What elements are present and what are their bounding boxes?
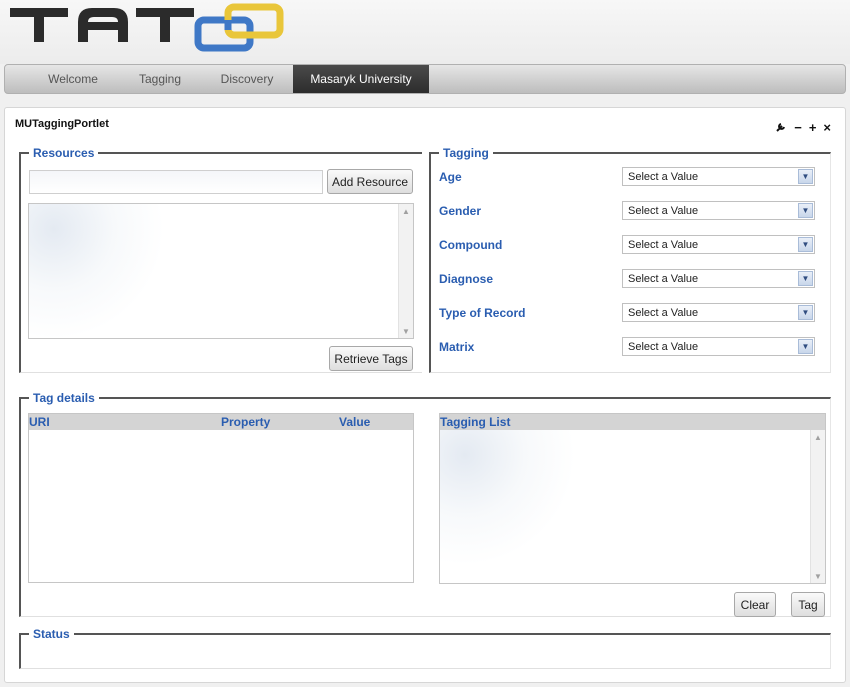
tagging-list-scrollbar[interactable]: ▲ ▼ bbox=[810, 430, 825, 583]
age-select-value: Select a Value bbox=[628, 170, 699, 183]
portlet-title: MUTaggingPortlet bbox=[15, 118, 109, 130]
type-of-record-select-value: Select a Value bbox=[628, 306, 699, 319]
tagging-legend: Tagging bbox=[439, 145, 493, 161]
main-nav: Welcome Tagging Discovery Masaryk Univer… bbox=[4, 64, 846, 94]
tatoo-logo bbox=[10, 3, 284, 52]
resources-fieldset: Resources Add Resource ▲ ▼ Retrieve Tags bbox=[19, 145, 422, 373]
status-fieldset: Status bbox=[19, 626, 831, 669]
tagging-list-title: Tagging List bbox=[440, 415, 511, 429]
scroll-down-icon[interactable]: ▼ bbox=[811, 569, 825, 583]
diagnose-label: Diagnose bbox=[439, 272, 494, 286]
tag-details-fieldset: Tag details URI Property Value Tagging L… bbox=[19, 390, 831, 617]
tagging-fieldset: Tagging Age Select a Value ▼ Gender Sele… bbox=[429, 145, 831, 373]
resources-legend: Resources bbox=[29, 145, 99, 161]
mu-tagging-portlet: MUTaggingPortlet − + × Resources Add Res… bbox=[4, 107, 846, 683]
tag-details-legend: Tag details bbox=[29, 390, 99, 406]
nav-tab-welcome[interactable]: Welcome bbox=[27, 65, 119, 93]
status-legend: Status bbox=[29, 626, 74, 642]
tagging-list: Tagging List ▲ ▼ bbox=[439, 413, 826, 584]
gender-label: Gender bbox=[439, 204, 482, 218]
age-select[interactable]: Select a Value ▼ bbox=[622, 167, 815, 186]
matrix-label: Matrix bbox=[439, 340, 475, 354]
type-of-record-select[interactable]: Select a Value ▼ bbox=[622, 303, 815, 322]
gender-select-value: Select a Value bbox=[628, 204, 699, 217]
scroll-down-icon[interactable]: ▼ bbox=[399, 324, 413, 338]
matrix-select[interactable]: Select a Value ▼ bbox=[622, 337, 815, 356]
wrench-icon[interactable] bbox=[776, 121, 787, 134]
chevron-down-icon: ▼ bbox=[798, 271, 813, 286]
diagnose-select[interactable]: Select a Value ▼ bbox=[622, 269, 815, 288]
chevron-down-icon: ▼ bbox=[798, 203, 813, 218]
gender-select[interactable]: Select a Value ▼ bbox=[622, 201, 815, 220]
column-uri[interactable]: URI bbox=[29, 415, 50, 429]
chevron-down-icon: ▼ bbox=[798, 305, 813, 320]
resources-list[interactable]: ▲ ▼ bbox=[28, 203, 414, 339]
portlet-controls: − + × bbox=[776, 121, 831, 134]
scroll-up-icon[interactable]: ▲ bbox=[811, 430, 825, 444]
tag-button[interactable]: Tag bbox=[791, 592, 825, 617]
tagging-list-header: Tagging List bbox=[440, 414, 825, 430]
minimize-icon[interactable]: − bbox=[794, 121, 802, 134]
resource-input[interactable] bbox=[29, 170, 323, 194]
matrix-select-value: Select a Value bbox=[628, 340, 699, 353]
compound-select[interactable]: Select a Value ▼ bbox=[622, 235, 815, 254]
column-property[interactable]: Property bbox=[221, 415, 270, 429]
chevron-down-icon: ▼ bbox=[798, 339, 813, 354]
tagging-list-body[interactable]: ▲ ▼ bbox=[440, 430, 825, 583]
compound-select-value: Select a Value bbox=[628, 238, 699, 251]
nav-tab-discovery[interactable]: Discovery bbox=[201, 65, 293, 93]
maximize-icon[interactable]: + bbox=[809, 121, 817, 134]
tag-details-table: URI Property Value bbox=[28, 413, 414, 583]
retrieve-tags-button[interactable]: Retrieve Tags bbox=[329, 346, 413, 371]
nav-tab-masaryk-university[interactable]: Masaryk University bbox=[293, 65, 429, 93]
chevron-down-icon: ▼ bbox=[798, 169, 813, 184]
type-of-record-label: Type of Record bbox=[439, 306, 526, 320]
table-header: URI Property Value bbox=[29, 414, 413, 430]
nav-tab-tagging[interactable]: Tagging bbox=[119, 65, 201, 93]
add-resource-button[interactable]: Add Resource bbox=[327, 169, 413, 194]
diagnose-select-value: Select a Value bbox=[628, 272, 699, 285]
close-icon[interactable]: × bbox=[823, 121, 831, 134]
clear-button[interactable]: Clear bbox=[734, 592, 776, 617]
scroll-up-icon[interactable]: ▲ bbox=[399, 204, 413, 218]
page-header bbox=[0, 0, 850, 64]
compound-label: Compound bbox=[439, 238, 503, 252]
column-value[interactable]: Value bbox=[339, 415, 370, 429]
age-label: Age bbox=[439, 170, 462, 184]
resources-scrollbar[interactable]: ▲ ▼ bbox=[398, 204, 413, 338]
chevron-down-icon: ▼ bbox=[798, 237, 813, 252]
